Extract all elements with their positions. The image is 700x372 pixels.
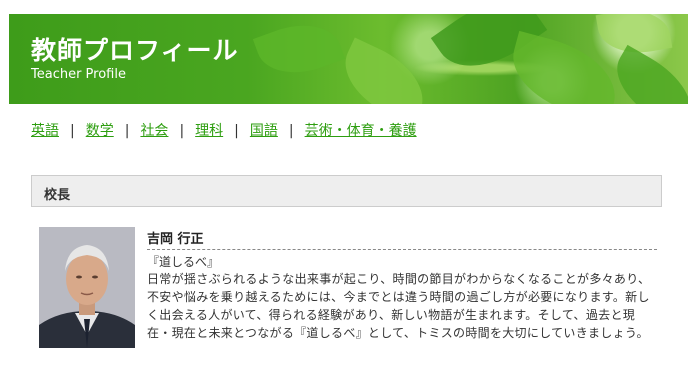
leaf-decoration <box>252 14 346 87</box>
motto-title: 『道しるべ』 <box>147 255 220 269</box>
profile-message: 日常が揺さぶられるような出来事が起こり、時間の節目がわからなくなることが多々あり… <box>147 272 651 340</box>
page-title: 教師プロフィール <box>31 36 239 65</box>
section-heading-label: 校長 <box>44 188 71 203</box>
nav-separator: | <box>179 123 185 139</box>
header-banner: 教師プロフィール Teacher Profile <box>9 14 688 104</box>
portrait-image <box>39 227 135 348</box>
nav-link-social-studies[interactable]: 社会 <box>140 123 168 139</box>
page-subtitle: Teacher Profile <box>31 67 126 82</box>
nav-link-english[interactable]: 英語 <box>31 123 59 139</box>
divider <box>147 249 657 250</box>
nav-link-japanese[interactable]: 国語 <box>250 123 278 139</box>
principal-name: 吉岡 行正 <box>147 232 204 247</box>
nav-link-science[interactable]: 理科 <box>195 123 223 139</box>
nav-link-math[interactable]: 数学 <box>86 123 114 139</box>
nav-separator: | <box>124 123 130 139</box>
nav-separator: | <box>70 123 75 139</box>
principal-photo <box>39 227 135 348</box>
nav-separator: | <box>234 123 239 139</box>
leaf-decoration <box>602 44 688 104</box>
section-heading: 校長 <box>31 175 662 207</box>
nav-link-arts-pe-health[interactable]: 芸術・体育・養護 <box>305 123 417 139</box>
nav-separator: | <box>288 123 294 139</box>
subject-nav: 英語 | 数学 | 社会 | 理科 | 国語 | 芸術・体育・養護 <box>31 120 417 140</box>
leaf-decoration <box>331 37 437 104</box>
